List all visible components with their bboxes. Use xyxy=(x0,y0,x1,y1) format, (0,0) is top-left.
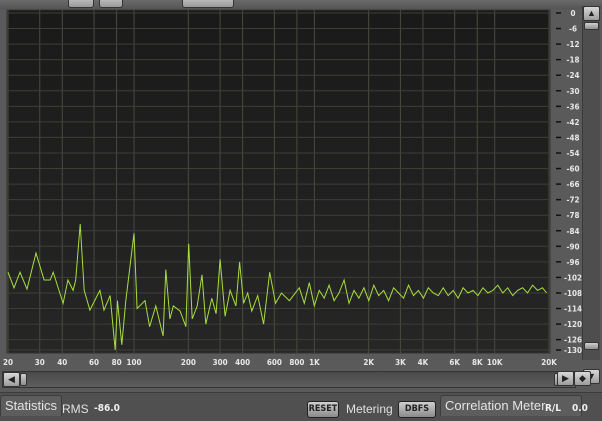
y-tick-label: -114 xyxy=(564,305,582,314)
horizontal-scroll-thumb-left[interactable] xyxy=(20,373,27,386)
x-tick-label: 1K xyxy=(309,358,320,367)
statistics-tab[interactable]: Statistics xyxy=(0,395,63,416)
scroll-up-icon[interactable]: ▲ xyxy=(583,6,600,21)
x-tick-label: 800 xyxy=(289,358,304,367)
y-tick-label: 0 xyxy=(570,9,575,18)
x-tick-label: 6K xyxy=(449,358,460,367)
rms-label: RMS xyxy=(62,402,89,416)
y-tick-label: -12 xyxy=(566,40,579,49)
x-tick-label: 60 xyxy=(89,358,99,367)
scroll-left-icon[interactable]: ◀ xyxy=(3,372,20,387)
vertical-scroll-thumb-top[interactable] xyxy=(584,22,599,30)
x-tick-label: 30 xyxy=(35,358,45,367)
x-tick-label: 8K xyxy=(472,358,483,367)
y-tick-label: -72 xyxy=(566,196,579,205)
x-tick-label: 600 xyxy=(267,358,282,367)
spectrum-analyzer-chart: 0 -6 -12 -18 -24 -30 -36 -42 -48 -54 -60 -66 -72 -78 -… xyxy=(3,9,582,367)
rl-label: R/L xyxy=(545,403,561,414)
scroll-right-icon[interactable]: ▶ xyxy=(557,371,574,386)
y-tick-label: -84 xyxy=(566,227,579,236)
y-tick-label: -42 xyxy=(566,118,579,127)
y-tick-label: -30 xyxy=(566,87,579,96)
x-tick-label: 100 xyxy=(127,358,142,367)
y-tick-label: -108 xyxy=(564,289,582,298)
bottom-panel: Statistics RMS -86.0 RESET Metering DBFS… xyxy=(0,392,602,421)
y-tick-label: -66 xyxy=(566,180,579,189)
y-tick-label: -36 xyxy=(566,102,579,111)
vertical-scroll-thumb-bottom[interactable] xyxy=(584,342,599,350)
y-tick-label: -24 xyxy=(566,71,579,80)
rms-value: -86.0 xyxy=(94,403,120,414)
plot-area xyxy=(6,9,551,354)
y-tick-label: -6 xyxy=(569,25,577,34)
reset-button[interactable]: RESET xyxy=(307,401,339,418)
y-tick-label: -120 xyxy=(564,320,582,329)
y-tick-label: -96 xyxy=(566,258,579,267)
x-tick-label: 300 xyxy=(213,358,228,367)
x-tick-label: 80 xyxy=(112,358,122,367)
x-tick-label: 2K xyxy=(363,358,374,367)
horizontal-scrollbar[interactable]: ◀ xyxy=(2,371,576,388)
y-tick-label: -18 xyxy=(566,56,579,65)
rl-value: 0.0 xyxy=(572,403,588,414)
vertical-scrollbar[interactable]: ▲ ▼ xyxy=(582,6,600,384)
y-tick-label: -126 xyxy=(564,336,582,345)
y-tick-label: -78 xyxy=(566,211,579,220)
metering-label: Metering xyxy=(346,402,393,416)
x-tick-label: 400 xyxy=(235,358,250,367)
y-tick-label: -54 xyxy=(566,149,579,158)
y-tick-label: -130 xyxy=(564,346,582,355)
y-tick-label: -60 xyxy=(566,165,579,174)
x-tick-label: 40 xyxy=(57,358,67,367)
y-tick-label: -102 xyxy=(564,273,582,282)
zoom-reset-diamond-icon[interactable]: ◆ xyxy=(574,371,591,386)
x-tick-label: 3K xyxy=(395,358,406,367)
metering-mode-button[interactable]: DBFS xyxy=(398,401,436,418)
y-tick-label: -90 xyxy=(566,242,579,251)
x-tick-label: 4K xyxy=(418,358,429,367)
x-tick-label: 20 xyxy=(3,358,13,367)
y-tick-label: -48 xyxy=(566,133,579,142)
x-tick-label: 10K xyxy=(487,358,503,367)
x-tick-label: 20K xyxy=(541,358,557,367)
x-tick-label: 200 xyxy=(181,358,196,367)
